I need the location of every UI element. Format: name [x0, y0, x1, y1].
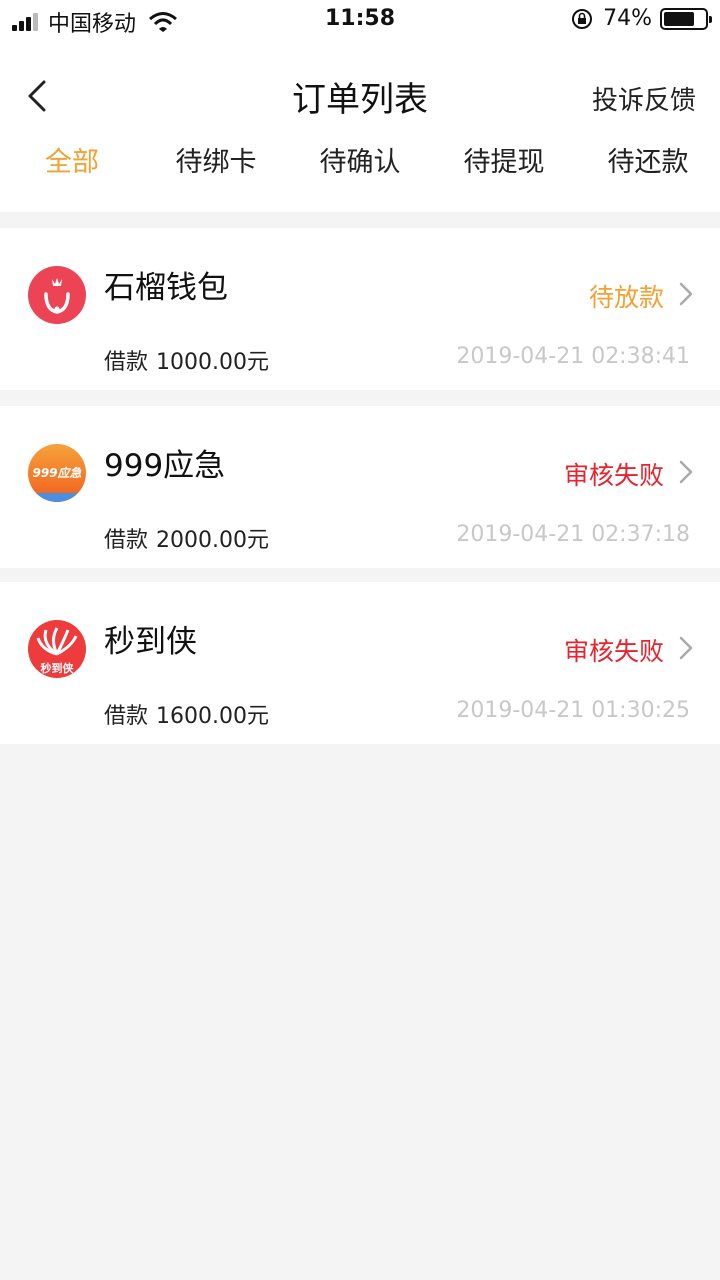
- order-amount: 借款 1000.00元: [104, 344, 269, 376]
- amount-value: 2000.00元: [156, 528, 269, 553]
- logo-text: 999应急: [32, 466, 82, 480]
- order-card-1[interactable]: 999应急 999应急 审核失败 借款 2000.00元 2019-04-21 0…: [0, 406, 720, 568]
- tab-bind-card[interactable]: 待绑卡: [144, 140, 288, 179]
- feedback-button[interactable]: 投诉反馈: [592, 80, 696, 117]
- status-right: 74%: [571, 6, 712, 31]
- tab-repay[interactable]: 待还款: [576, 140, 720, 179]
- amount-label: 借款: [104, 528, 149, 553]
- order-status: 审核失败: [563, 461, 664, 490]
- order-status: 审核失败: [563, 637, 664, 666]
- order-amount: 借款 2000.00元: [104, 522, 269, 554]
- order-name: 999应急: [104, 448, 226, 484]
- amount-label: 借款: [104, 704, 149, 729]
- order-time: 2019-04-21 01:30:25: [456, 698, 690, 723]
- tab-all[interactable]: 全部: [0, 140, 144, 179]
- status-bar: 中国移动 11:58 74%: [0, 0, 720, 40]
- rotation-lock-icon: [572, 8, 593, 29]
- amount-value: 1000.00元: [156, 350, 269, 375]
- tab-bar: 全部 待绑卡 待确认 待提现 待还款: [0, 140, 720, 190]
- order-card-0[interactable]: 石榴钱包 待放款 借款 1000.00元 2019-04-21 02:38:41: [0, 228, 720, 390]
- tab-withdraw[interactable]: 待提现: [432, 140, 576, 179]
- logo-text: 秒到侠: [40, 662, 74, 675]
- header: 订单列表 投诉反馈 全部 待绑卡 待确认 待提现 待还款: [0, 40, 720, 212]
- amount-value: 1600.00元: [156, 704, 269, 729]
- chevron-right-icon: [679, 636, 693, 660]
- pomegranate-logo-icon: [28, 266, 86, 324]
- order-name: 秒到侠: [104, 624, 197, 660]
- tab-confirm[interactable]: 待确认: [288, 140, 432, 179]
- 999-logo-icon: 999应急: [28, 444, 86, 502]
- chevron-right-icon: [679, 460, 693, 484]
- order-card-2[interactable]: 秒到侠 秒到侠 审核失败 借款 1600.00元 2019-04-21 01:30…: [0, 582, 720, 744]
- amount-label: 借款: [104, 350, 149, 375]
- order-status: 待放款: [588, 283, 664, 312]
- battery-percent: 74%: [603, 6, 652, 31]
- battery-icon: [660, 7, 712, 30]
- order-name: 石榴钱包: [104, 270, 228, 306]
- order-amount: 借款 1600.00元: [104, 698, 269, 730]
- chevron-right-icon: [679, 282, 693, 306]
- miaodaoxia-logo-icon: 秒到侠: [28, 620, 86, 678]
- order-time: 2019-04-21 02:38:41: [456, 344, 690, 369]
- order-time: 2019-04-21 02:37:18: [456, 522, 690, 547]
